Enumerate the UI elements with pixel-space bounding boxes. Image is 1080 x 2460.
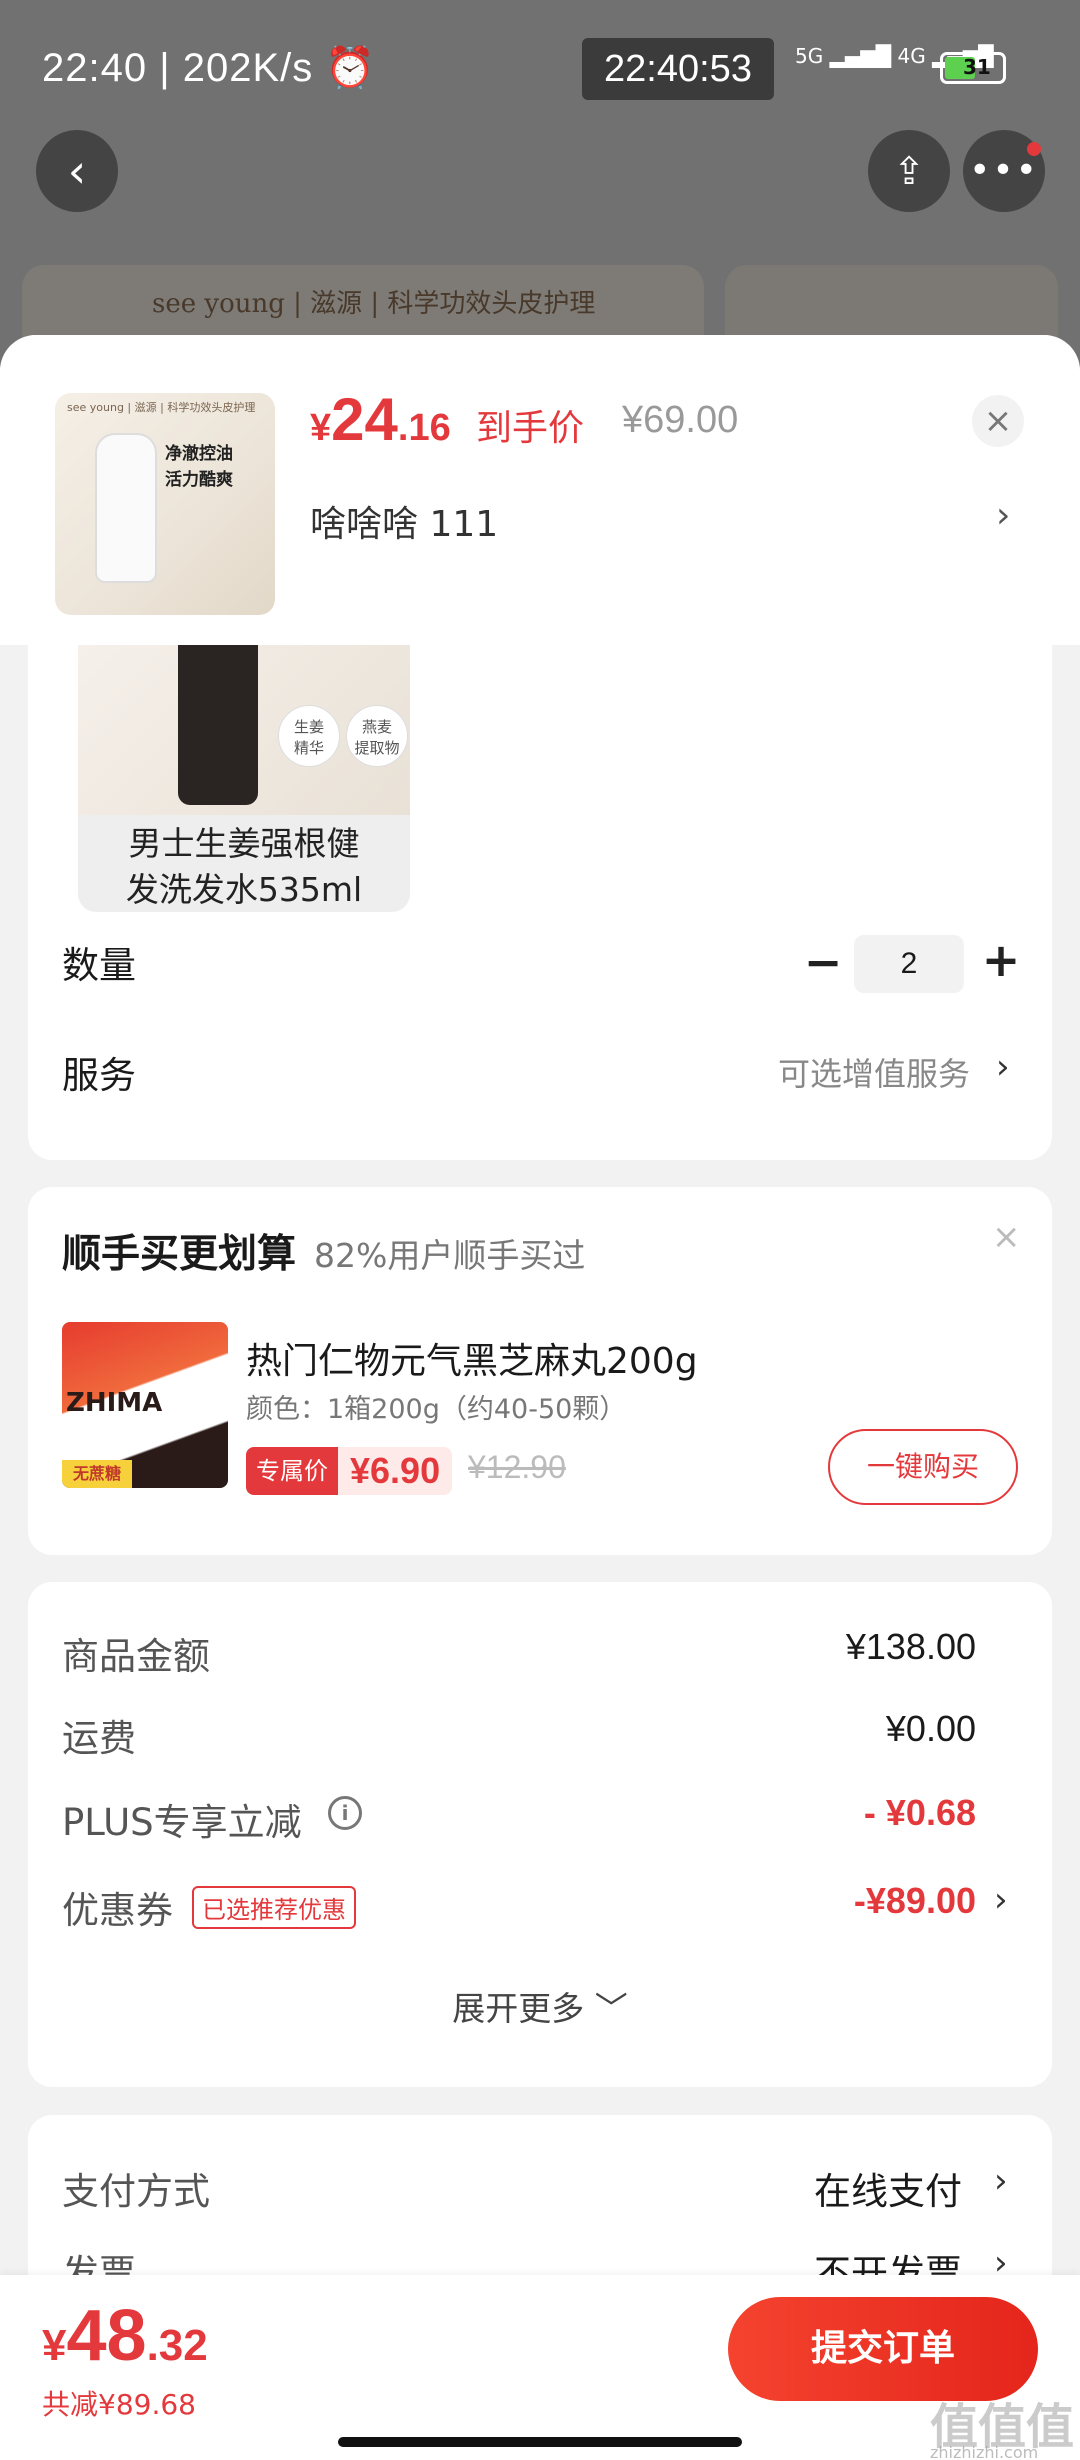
quantity-decrease-button[interactable]: − <box>798 935 848 989</box>
product-thumbnail[interactable]: see young | 滋源 | 科学功效头皮护理 净澈控油 活力酷爽 <box>55 393 275 615</box>
order-total: ¥48.32 <box>42 2296 208 2376</box>
plus-discount-label: PLUS专享立减 <box>62 1801 302 1844</box>
exclusive-price: 专属价 ¥6.90 <box>246 1447 453 1495</box>
status-bar: 22:40 | 202K/s ⏰ 22:40:53 5G ▂▄▆█ 4G ▂▄▆… <box>0 0 1080 130</box>
total-saved: 共减¥89.68 <box>42 2388 196 2421</box>
order-sheet: see young | 滋源 | 科学功效头皮护理 净澈控油 活力酷爽 ¥24.1… <box>0 335 1080 2460</box>
submit-order-button[interactable]: 提交订单 <box>728 2297 1038 2401</box>
coupon-label: 优惠券 <box>62 1889 173 1932</box>
addon-image-badge: 无蔗糖 <box>62 1460 132 1488</box>
quantity-increase-button[interactable]: + <box>976 933 1026 987</box>
chevron-left-icon: ‹ <box>67 144 87 198</box>
more-button[interactable]: ••• <box>963 130 1045 212</box>
service-hint[interactable]: 可选增值服务 <box>778 1049 970 1095</box>
battery-icon: 31 <box>940 52 1006 84</box>
sku-name: 男士生姜强根健 发洗发水535ml <box>125 824 363 909</box>
original-price: ¥69.00 <box>622 399 739 441</box>
exclusive-tag: 专属价 <box>246 1447 338 1495</box>
back-button[interactable]: ‹ <box>36 130 118 212</box>
status-time: 22:40 | 202K/s ⏰ <box>42 46 377 90</box>
addon-original-price: ¥12.90 <box>468 1449 566 1485</box>
payment-method-label: 支付方式 <box>62 2170 210 2213</box>
bottle-shape <box>178 645 258 805</box>
sku-option[interactable]: 生姜 精华 燕麦 提取物 男士生姜强根健 发洗发水535ml <box>78 645 410 912</box>
quantity-input[interactable]: 2 <box>854 935 964 993</box>
addon-image-text: ZHIMA <box>66 1388 163 1418</box>
quantity-label: 数量 <box>62 944 136 987</box>
addon-subtitle: 82%用户顺手买过 <box>314 1236 586 1275</box>
sheet-header: see young | 滋源 | 科学功效头皮护理 净澈控油 活力酷爽 ¥24.1… <box>0 335 1080 645</box>
close-icon: × <box>983 401 1013 441</box>
checkout-bar: ¥48.32 共减¥89.68 提交订单 值值值 zhizhizhi.com <box>0 2275 1080 2460</box>
more-icon: ••• <box>969 150 1039 191</box>
info-icon[interactable]: i <box>328 1796 362 1830</box>
coupon-badge: 已选推荐优惠 <box>192 1886 356 1929</box>
expand-more-button[interactable]: 展开更多 ﹀ <box>28 1982 1052 2030</box>
one-click-buy-button[interactable]: 一键购买 <box>828 1429 1018 1505</box>
home-indicator[interactable] <box>338 2437 742 2447</box>
addon-card: 顺手买更划算 82%用户顺手买过 × ZHIMA 无蔗糖 热门仁物元气黑芝麻丸2… <box>28 1187 1052 1555</box>
final-price: ¥24.16 <box>310 386 451 453</box>
selected-spec[interactable]: 啥啥啥 111 <box>310 495 498 547</box>
share-icon: ⇪ <box>893 149 925 193</box>
ingredient-badge: 燕麦 提取物 <box>346 705 408 767</box>
watermark-url: zhizhizhi.com <box>930 2443 1039 2460</box>
thumb-brand: see young | 滋源 | 科学功效头皮护理 <box>67 401 256 414</box>
close-icon[interactable]: × <box>992 1217 1021 1257</box>
addon-product-spec: 颜色：1箱200g（约40-50颗） <box>246 1394 627 1425</box>
shipping-label: 运费 <box>62 1717 136 1760</box>
addon-product-image[interactable]: ZHIMA 无蔗糖 <box>62 1322 228 1488</box>
goods-amount-label: 商品金额 <box>62 1635 210 1678</box>
notification-dot <box>1027 142 1041 156</box>
share-button[interactable]: ⇪ <box>868 130 950 212</box>
plus-discount-value: - ¥0.68 <box>863 1792 976 1833</box>
addon-product-name[interactable]: 热门仁物元气黑芝麻丸200g <box>246 1332 698 1384</box>
sku-image: 生姜 精华 燕麦 提取物 <box>78 645 410 815</box>
clock-overlay: 22:40:53 <box>582 38 774 100</box>
payment-method-value[interactable]: 在线支付 <box>814 2161 962 2215</box>
final-price-label: 到手价 <box>476 408 585 449</box>
sku-card: 生姜 精华 燕麦 提取物 男士生姜强根健 发洗发水535ml 数量 − 2 + 服务 … <box>28 645 1052 1160</box>
bottle-shape <box>95 433 157 583</box>
chevron-right-icon[interactable]: › <box>996 1047 1010 1087</box>
goods-amount-value: ¥138.00 <box>845 1626 976 1667</box>
addon-title: 顺手买更划算 <box>62 1232 297 1277</box>
shipping-value: ¥0.00 <box>885 1708 976 1749</box>
coupon-value[interactable]: -¥89.00 <box>854 1880 976 1922</box>
exclusive-price-value: ¥6.90 <box>350 1450 441 1491</box>
close-button[interactable]: × <box>972 395 1024 447</box>
chevron-right-icon[interactable]: › <box>994 2161 1008 2201</box>
ingredient-badge: 生姜 精华 <box>278 705 340 767</box>
chevron-right-icon[interactable]: › <box>996 495 1010 536</box>
thumb-slogan: 净澈控油 活力酷爽 <box>165 444 233 490</box>
service-label: 服务 <box>62 1054 136 1097</box>
chevron-right-icon[interactable]: › <box>994 1880 1008 1920</box>
price-summary-card: 商品金额 ¥138.00 运费 ¥0.00 PLUS专享立减 i - ¥0.68… <box>28 1582 1052 2087</box>
